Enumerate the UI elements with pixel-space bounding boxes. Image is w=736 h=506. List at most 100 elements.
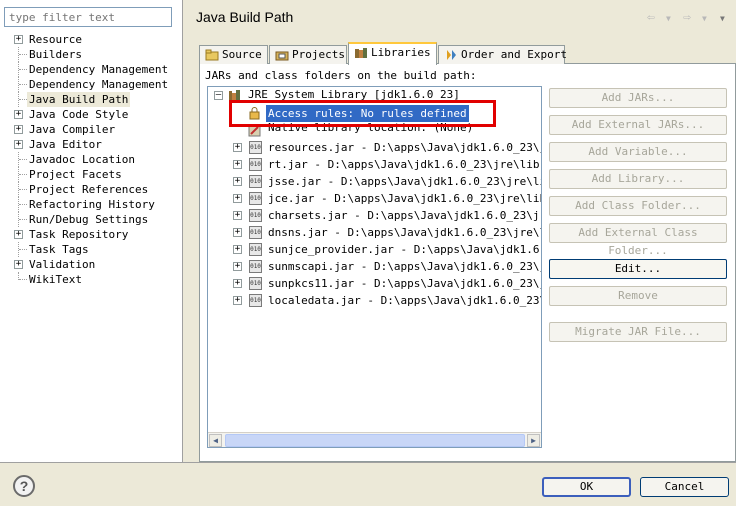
expand-icon[interactable]: + — [14, 125, 23, 134]
tab-label: Libraries — [371, 46, 431, 59]
libraries-heading: JARs and class folders on the build path… — [205, 69, 477, 82]
expand-icon[interactable]: + — [14, 140, 23, 149]
nav-item-label: Builders — [29, 48, 82, 61]
tree-label: rt.jar - D:\apps\Java\jdk1.6.0_23\jre\li… — [268, 158, 540, 171]
nav-item-label: Validation — [29, 258, 96, 271]
add-library-button[interactable]: Add Library... — [549, 169, 727, 189]
nav-item-task-tags[interactable]: Task Tags — [0, 242, 183, 257]
edit-button[interactable]: Edit... — [549, 259, 727, 279]
nav-item-label: Task Tags — [29, 243, 89, 256]
nav-item-label: Project Facets — [29, 168, 122, 181]
jar-icon: 010 — [249, 243, 262, 256]
add-external-jars-button[interactable]: Add External JARs... — [549, 115, 727, 135]
scroll-right-icon[interactable]: ▶ — [527, 434, 540, 447]
nav-item-java-compiler[interactable]: + Java Compiler — [0, 122, 183, 137]
nav-item-project-references[interactable]: Project References — [0, 182, 183, 197]
nav-item-label: Refactoring History — [29, 198, 155, 211]
expand-icon[interactable]: + — [233, 177, 242, 186]
expand-icon[interactable]: + — [233, 228, 242, 237]
nav-item-dependency-management-2[interactable]: Dependency Management — [0, 77, 183, 92]
jar-icon: 010 — [249, 175, 262, 188]
collapse-icon[interactable]: – — [214, 91, 223, 100]
nav-item-label: Run/Debug Settings — [29, 213, 149, 226]
cancel-button[interactable]: Cancel — [640, 477, 729, 497]
add-class-folder-button[interactable]: Add Class Folder... — [549, 196, 727, 216]
expand-icon[interactable]: + — [14, 35, 23, 44]
nav-item-builders[interactable]: Builders — [0, 47, 183, 62]
forward-dropdown-icon[interactable]: ▼ — [702, 14, 707, 23]
nav-item-java-build-path[interactable]: Java Build Path — [0, 92, 183, 107]
nav-item-resource[interactable]: + Resource — [0, 32, 183, 47]
tab-libraries[interactable]: Libraries — [348, 42, 437, 65]
tree-line — [19, 249, 27, 250]
remove-button[interactable]: Remove — [549, 286, 727, 306]
nav-item-task-repository[interactable]: + Task Repository — [0, 227, 183, 242]
tree-line — [19, 99, 27, 100]
filter-input[interactable] — [4, 7, 172, 27]
horizontal-scrollbar[interactable]: ◀ ▶ — [208, 432, 541, 447]
nav-item-java-editor[interactable]: + Java Editor — [0, 137, 183, 152]
expand-icon[interactable]: + — [233, 160, 242, 169]
jar-icon: 010 — [249, 141, 262, 154]
jar-icon: 010 — [249, 192, 262, 205]
tree-line — [19, 159, 27, 160]
nav-item-refactoring-history[interactable]: Refactoring History — [0, 197, 183, 212]
page-title: Java Build Path — [196, 9, 294, 25]
scroll-left-icon[interactable]: ◀ — [209, 434, 222, 447]
expand-icon[interactable]: + — [233, 245, 242, 254]
projects-icon — [275, 49, 289, 61]
nav-item-javadoc-location[interactable]: Javadoc Location — [0, 152, 183, 167]
jar-icon: 010 — [249, 294, 262, 307]
migrate-jar-button[interactable]: Migrate JAR File... — [549, 322, 727, 342]
jar-icon: 010 — [249, 209, 262, 222]
tree-label: sunmscapi.jar - D:\apps\Java\jdk1.6.0_23… — [268, 260, 541, 273]
nav-item-dependency-management[interactable]: Dependency Management — [0, 62, 183, 77]
add-jars-button[interactable]: Add JARs... — [549, 88, 727, 108]
tree-label: sunpkcs11.jar - D:\apps\Java\jdk1.6.0_23… — [268, 277, 541, 290]
jar-icon: 010 — [249, 277, 262, 290]
tab-order-and-export[interactable]: Order and Export — [438, 45, 567, 64]
expand-icon[interactable]: + — [14, 260, 23, 269]
expand-icon[interactable]: + — [233, 143, 242, 152]
tree-line — [19, 54, 27, 55]
nav-item-label: Resource — [29, 33, 82, 46]
tree-line — [19, 174, 27, 175]
add-external-class-folder-button[interactable]: Add External Class Folder... — [549, 223, 727, 257]
tree-label: charsets.jar - D:\apps\Java\jdk1.6.0_23\… — [268, 209, 541, 222]
highlight-annotation — [229, 100, 496, 127]
expand-icon[interactable]: + — [14, 230, 23, 239]
nav-item-wikitext[interactable]: WikiText — [0, 272, 183, 287]
separator — [0, 462, 736, 463]
expand-icon[interactable]: + — [233, 211, 242, 220]
back-dropdown-icon[interactable]: ▼ — [666, 14, 671, 23]
nav-item-label: Java Code Style — [29, 108, 129, 121]
nav-item-run-debug-settings[interactable]: Run/Debug Settings — [0, 212, 183, 227]
tree-line — [19, 69, 27, 70]
expand-icon[interactable]: + — [233, 279, 242, 288]
expand-icon[interactable]: + — [233, 194, 242, 203]
tree-line — [19, 84, 27, 85]
back-arrow-icon[interactable]: ⇦ — [647, 10, 655, 25]
nav-item-java-code-style[interactable]: + Java Code Style — [0, 107, 183, 122]
tree-label: dnsns.jar - D:\apps\Java\jdk1.6.0_23\jre… — [268, 226, 542, 239]
library-tree[interactable]: – JRE System Library [jdk1.6.0_23] Acces… — [207, 86, 542, 448]
view-menu-icon[interactable]: ▼ — [720, 14, 725, 23]
expand-icon[interactable]: + — [233, 262, 242, 271]
forward-arrow-icon[interactable]: ⇨ — [683, 10, 691, 25]
nav-item-label: WikiText — [29, 273, 82, 286]
source-folder-icon — [205, 49, 219, 61]
tree-line — [19, 189, 27, 190]
ok-button[interactable]: OK — [542, 477, 631, 497]
nav-item-label: Java Compiler — [29, 123, 116, 136]
tab-source[interactable]: Source — [199, 45, 268, 64]
nav-item-project-facets[interactable]: Project Facets — [0, 167, 183, 182]
libraries-icon — [354, 47, 368, 59]
add-variable-button[interactable]: Add Variable... — [549, 142, 727, 162]
scroll-thumb[interactable] — [225, 434, 525, 447]
nav-item-validation[interactable]: + Validation — [0, 257, 183, 272]
tab-projects[interactable]: Projects — [269, 45, 347, 64]
help-icon[interactable]: ? — [13, 475, 35, 497]
preferences-nav-panel: + Resource Builders Dependency Managemen… — [0, 0, 183, 462]
expand-icon[interactable]: + — [14, 110, 23, 119]
expand-icon[interactable]: + — [233, 296, 242, 305]
